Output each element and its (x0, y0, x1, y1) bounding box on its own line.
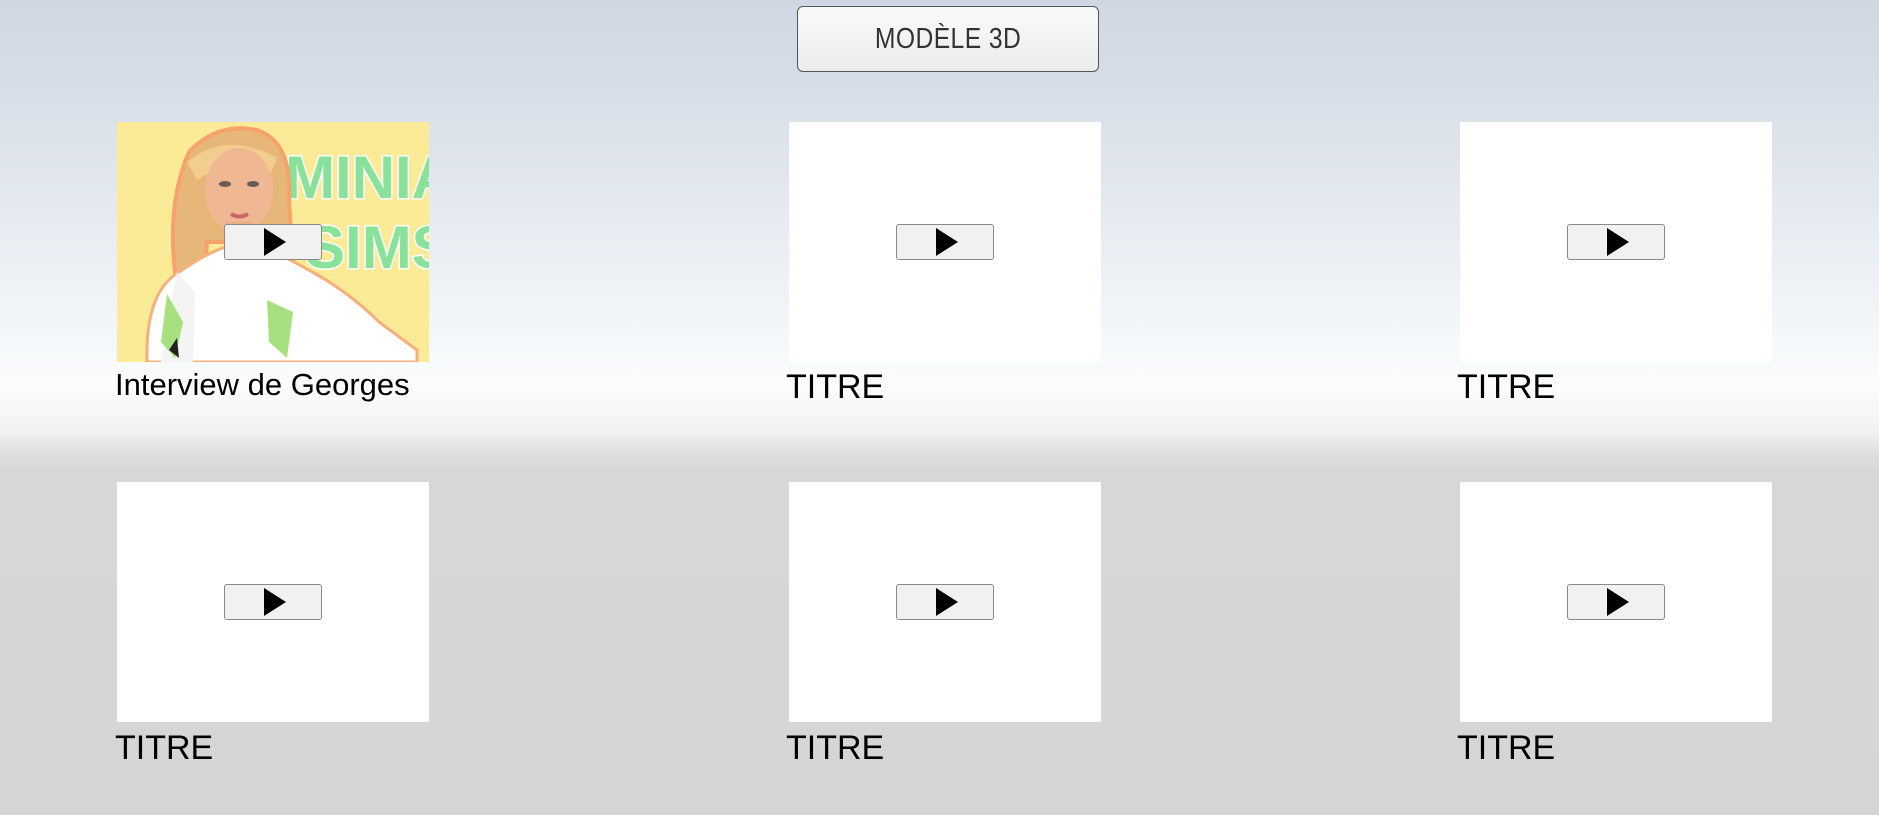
video-card[interactable] (789, 482, 1101, 722)
video-card[interactable] (1460, 482, 1772, 722)
play-icon (264, 588, 286, 616)
video-title: TITRE (115, 729, 214, 767)
play-button[interactable] (1567, 224, 1665, 260)
modele-3d-button[interactable]: MODÈLE 3D (797, 6, 1099, 72)
svg-text:MINIA: MINIA (285, 144, 429, 211)
play-icon (1607, 588, 1629, 616)
video-card[interactable] (1460, 122, 1772, 362)
video-title: TITRE (1457, 729, 1556, 767)
play-button[interactable] (896, 584, 994, 620)
video-card[interactable] (117, 482, 429, 722)
video-title: TITRE (786, 368, 885, 406)
video-card[interactable] (789, 122, 1101, 362)
video-card-thumbnail[interactable]: MINIA SIMS (117, 122, 429, 362)
play-icon (1607, 228, 1629, 256)
play-icon (936, 228, 958, 256)
video-title: TITRE (786, 729, 885, 767)
play-button[interactable] (1567, 584, 1665, 620)
play-button[interactable] (224, 584, 322, 620)
play-button[interactable] (224, 224, 322, 260)
play-icon (936, 588, 958, 616)
svg-text:SIMS: SIMS (305, 214, 429, 281)
play-button[interactable] (896, 224, 994, 260)
video-title: TITRE (1457, 368, 1556, 406)
modele-3d-button-label: MODÈLE 3D (874, 22, 1022, 55)
video-title: Interview de Georges (115, 367, 410, 402)
play-icon (264, 228, 286, 256)
